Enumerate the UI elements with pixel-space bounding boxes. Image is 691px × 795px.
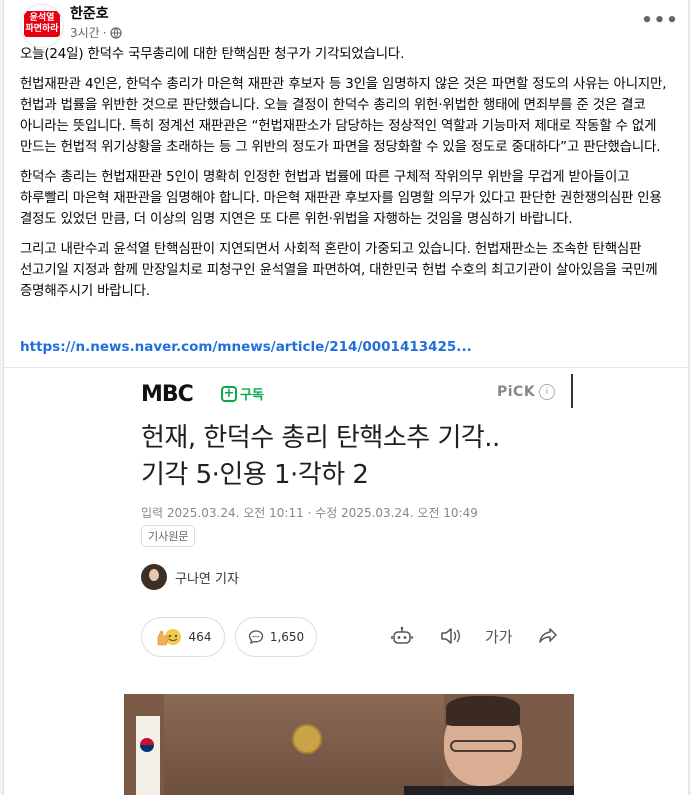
info-icon: i	[539, 384, 556, 400]
link-preview[interactable]: MBC + 구독 PiCK i 헌재, 한덕수 총리 탄핵소추 기각.. 기각 …	[119, 370, 579, 795]
article-headline: 헌재, 한덕수 총리 탄핵소추 기각.. 기각 5·인용 1·각하 2	[141, 423, 500, 490]
post-card: 윤석열 파면하라 한준호 3시간 · ••• 오늘(24일) 한덕수 국무총리에…	[3, 0, 689, 795]
reporter[interactable]: 구나연 기자	[141, 564, 239, 590]
reaction-button[interactable]: 464	[141, 617, 225, 657]
article-link[interactable]: https://n.news.naver.com/mnews/article/2…	[20, 339, 472, 355]
more-options-icon[interactable]: •••	[641, 10, 678, 31]
reaction-count: 464	[188, 630, 212, 644]
divider	[4, 367, 688, 368]
font-size-icon[interactable]: 가가	[485, 626, 513, 647]
subscribe-button[interactable]: + 구독	[221, 384, 264, 403]
speaker-icon[interactable]	[439, 626, 461, 646]
author-name[interactable]: 한준호	[70, 3, 109, 23]
scroll-indicator	[571, 374, 573, 408]
reporter-name: 구나연 기자	[175, 571, 239, 587]
globe-icon[interactable]	[109, 26, 122, 39]
pick-badge[interactable]: PiCK i	[497, 384, 556, 400]
article-dates: 입력 2025.03.24. 오전 10:11 · 수정 2025.03.24.…	[141, 506, 478, 520]
comment-count: 1,650	[269, 630, 305, 644]
post-text: 오늘(24일) 한덕수 국무총리에 대한 탄핵심판 청구가 기각되었습니다. 헌…	[20, 44, 672, 311]
paragraph-2: 헌법재판관 4인은, 한덕수 총리가 마은혁 재판관 후보자 등 3인을 임명하…	[20, 77, 667, 155]
paragraph-3: 한덕수 총리는 헌법재판관 5인이 명확히 인정한 헌법과 법률에 따른 구체적…	[20, 170, 662, 227]
reporter-avatar	[141, 564, 167, 590]
comment-button[interactable]: 1,650	[235, 617, 317, 657]
post-meta: 3시간 ·	[70, 24, 122, 41]
author-avatar[interactable]: 윤석열 파면하라	[20, 4, 64, 48]
robot-icon[interactable]	[391, 626, 413, 646]
article-photo[interactable]	[124, 694, 574, 795]
paragraph-1: 오늘(24일) 한덕수 국무총리에 대한 탄핵심판 청구가 기각되었습니다.	[20, 47, 405, 62]
court-seal	[292, 724, 322, 754]
share-icon[interactable]	[537, 626, 559, 646]
plus-icon: +	[221, 385, 237, 402]
source-tag[interactable]: 기사원문	[141, 525, 196, 547]
flag-image	[136, 716, 160, 795]
paragraph-4: 그리고 내란수괴 윤석열 탄핵심판이 지연되면서 사회적 혼란이 가중되고 있습…	[20, 242, 658, 299]
post-time[interactable]: 3시간	[70, 24, 100, 41]
reaction-icon	[157, 629, 181, 646]
avatar-badge: 윤석열 파면하라	[24, 11, 60, 37]
mbc-logo: MBC	[141, 382, 194, 407]
comment-icon	[248, 630, 263, 645]
